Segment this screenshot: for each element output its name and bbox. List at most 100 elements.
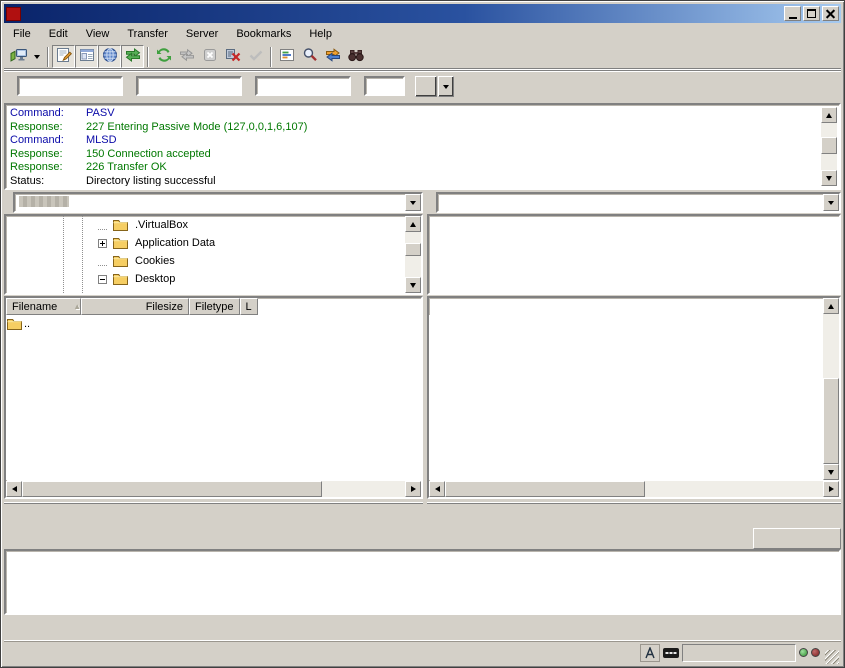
scroll-left-button[interactable] bbox=[6, 481, 22, 497]
ascii-datatype-indicator[interactable] bbox=[640, 644, 660, 662]
column-header[interactable]: Filetype bbox=[189, 298, 240, 315]
toolbar-separator bbox=[147, 47, 149, 67]
scroll-left-button[interactable] bbox=[429, 481, 445, 497]
directory-comparison-button[interactable] bbox=[298, 45, 321, 68]
minus-icon[interactable] bbox=[98, 275, 107, 284]
arrow-left-icon bbox=[432, 486, 440, 492]
scrollbar-thumb[interactable] bbox=[445, 481, 645, 497]
scroll-down-button[interactable] bbox=[823, 464, 839, 480]
process-queue-button[interactable] bbox=[175, 45, 198, 68]
log-line: Response: 150 Connection accepted bbox=[8, 148, 819, 162]
toggle-queue-button[interactable] bbox=[121, 45, 144, 68]
scrollbar-thumb[interactable] bbox=[405, 243, 421, 256]
find-files-icon bbox=[348, 47, 364, 66]
local-path-value bbox=[18, 196, 70, 208]
password-input[interactable] bbox=[255, 76, 351, 96]
tree-item[interactable]: Application Data bbox=[6, 234, 421, 252]
redacted-username bbox=[19, 196, 69, 207]
column-header[interactable]: L bbox=[240, 298, 258, 315]
scrollbar-thumb[interactable] bbox=[22, 481, 322, 497]
log-line: Response: 227 Entering Passive Mode (127… bbox=[8, 121, 819, 135]
chevron-down-icon bbox=[828, 201, 834, 208]
local-path-dropdown-button[interactable] bbox=[405, 194, 421, 211]
local-path-combobox[interactable] bbox=[13, 192, 423, 213]
scroll-right-button[interactable] bbox=[405, 481, 421, 497]
menu-bar: FileEditViewTransferServerBookmarksHelp bbox=[4, 24, 841, 44]
line-icon[interactable] bbox=[98, 221, 107, 230]
host-input[interactable] bbox=[17, 76, 123, 96]
abort-button[interactable] bbox=[244, 45, 267, 68]
quickconnect-button[interactable] bbox=[415, 76, 437, 97]
log-scrollbar[interactable] bbox=[821, 107, 837, 186]
menu-item[interactable]: Bookmarks bbox=[227, 26, 300, 42]
remote-horizontal-scrollbar[interactable] bbox=[429, 481, 839, 497]
tree-item-label: Cookies bbox=[132, 254, 178, 268]
toggle-log-icon bbox=[56, 47, 72, 66]
remote-directory-tree bbox=[427, 214, 841, 295]
scroll-up-button[interactable] bbox=[821, 107, 837, 123]
log-line-label: Response: bbox=[8, 121, 86, 135]
tree-item[interactable]: Desktop bbox=[6, 270, 421, 288]
site-manager-button[interactable] bbox=[7, 45, 30, 68]
disconnect-button[interactable] bbox=[221, 45, 244, 68]
filter-button[interactable] bbox=[275, 45, 298, 68]
arrow-right-icon bbox=[411, 486, 419, 492]
toggle-log-button[interactable] bbox=[52, 45, 75, 68]
scroll-up-button[interactable] bbox=[405, 216, 421, 232]
cancel-transfer-icon bbox=[202, 47, 218, 66]
arrow-down-icon bbox=[410, 283, 416, 291]
cancel-transfer-button[interactable] bbox=[198, 45, 221, 68]
menu-item[interactable]: Edit bbox=[40, 26, 77, 42]
dropdown-button[interactable] bbox=[30, 45, 44, 68]
refresh-button[interactable] bbox=[152, 45, 175, 68]
menu-item[interactable]: Help bbox=[300, 26, 341, 42]
synchronized-browsing-button[interactable] bbox=[321, 45, 344, 68]
tree-item[interactable]: Cookies bbox=[6, 252, 421, 270]
resize-grip[interactable] bbox=[825, 650, 839, 664]
remote-path-dropdown-button[interactable] bbox=[823, 194, 839, 211]
local-horizontal-scrollbar[interactable] bbox=[6, 481, 421, 497]
remote-file-list bbox=[427, 296, 841, 499]
arrow-up-icon bbox=[410, 219, 416, 227]
log-line-text: 150 Connection accepted bbox=[86, 148, 211, 162]
remote-status-text bbox=[427, 502, 841, 524]
maximize-button[interactable] bbox=[803, 6, 820, 21]
tree-item-label: .VirtualBox bbox=[132, 218, 191, 232]
local-tree-scrollbar[interactable] bbox=[405, 216, 421, 293]
log-line: Status: Directory listing successful bbox=[8, 175, 819, 187]
column-header[interactable]: Filesize bbox=[81, 298, 189, 315]
scroll-right-button[interactable] bbox=[823, 481, 839, 497]
local-list-header: Filename▲FilesizeFiletypeL bbox=[6, 298, 421, 315]
scrollbar-thumb[interactable] bbox=[823, 378, 839, 464]
menu-item[interactable]: Transfer bbox=[118, 26, 177, 42]
scroll-down-button[interactable] bbox=[821, 170, 837, 186]
toggle-local-tree-button[interactable] bbox=[75, 45, 98, 68]
log-line-text: Directory listing successful bbox=[86, 175, 216, 187]
port-input[interactable] bbox=[364, 76, 405, 96]
username-input[interactable] bbox=[136, 76, 242, 96]
menu-item[interactable]: View bbox=[77, 26, 119, 42]
quickconnect-dropdown-button[interactable] bbox=[438, 76, 454, 97]
log-line-text: MLSD bbox=[86, 134, 117, 148]
speedlimit-indicator[interactable] bbox=[663, 644, 679, 662]
remote-path-combobox[interactable] bbox=[436, 192, 841, 213]
scrollbar-thumb[interactable] bbox=[821, 137, 837, 154]
scroll-down-button[interactable] bbox=[405, 277, 421, 293]
line-icon[interactable] bbox=[98, 257, 107, 266]
menu-item[interactable]: Server bbox=[177, 26, 227, 42]
file-row[interactable]: .. bbox=[6, 315, 421, 332]
filter-icon bbox=[279, 47, 295, 66]
scroll-up-button[interactable] bbox=[823, 298, 839, 314]
toggle-remote-tree-button[interactable] bbox=[98, 45, 121, 68]
remote-vertical-scrollbar[interactable] bbox=[823, 298, 839, 480]
tree-item-label: Desktop bbox=[132, 272, 178, 286]
minimize-button[interactable] bbox=[784, 6, 801, 21]
close-button[interactable] bbox=[822, 6, 839, 21]
menu-item[interactable]: File bbox=[4, 26, 40, 42]
queue-body bbox=[4, 549, 841, 615]
tree-item[interactable]: .VirtualBox bbox=[6, 216, 421, 234]
remote-list-header bbox=[429, 298, 823, 315]
find-files-button[interactable] bbox=[344, 45, 367, 68]
plus-icon[interactable] bbox=[98, 239, 107, 248]
column-header[interactable]: Filename▲ bbox=[6, 298, 81, 315]
